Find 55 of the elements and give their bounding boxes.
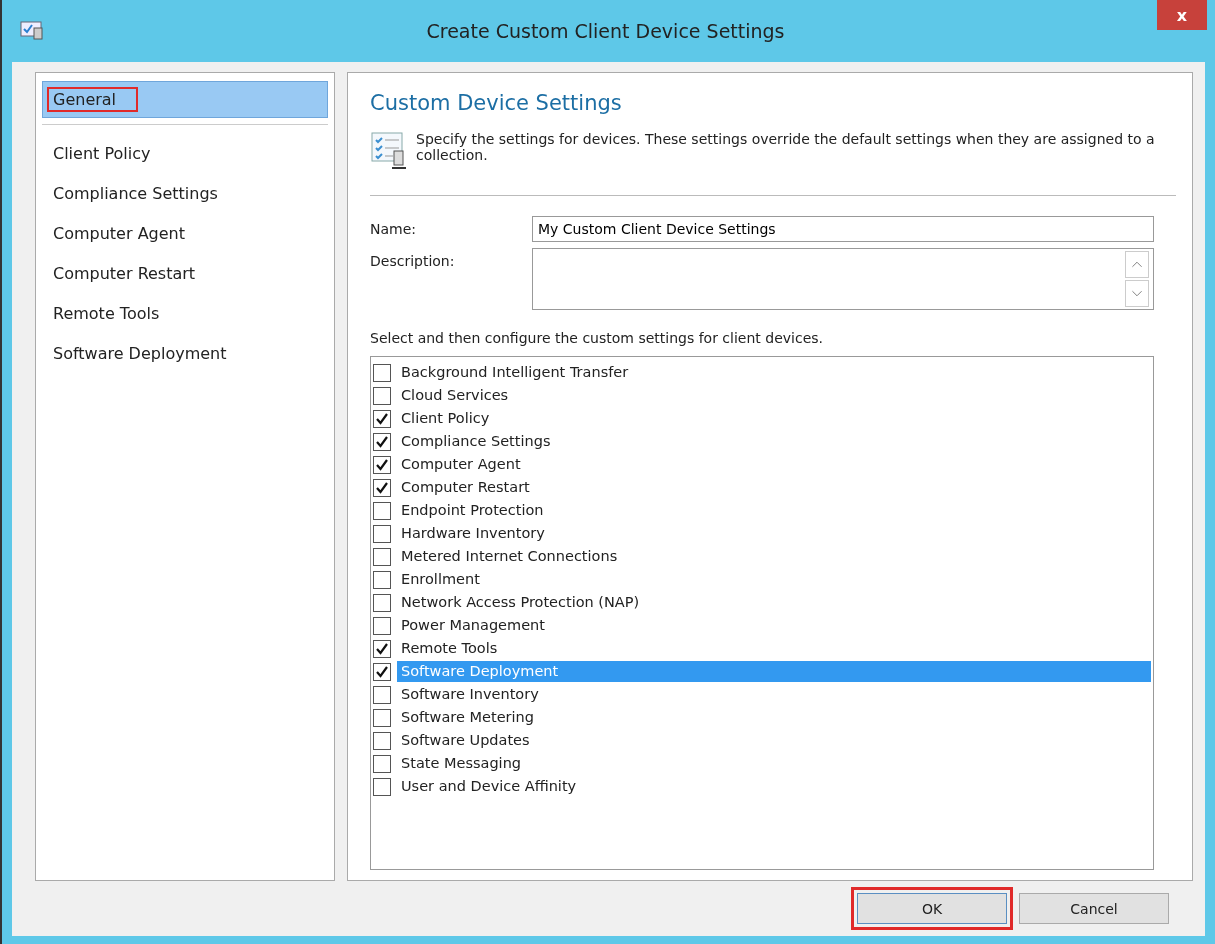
checkbox[interactable] <box>373 386 391 405</box>
name-field[interactable]: My Custom Client Device Settings <box>532 216 1154 242</box>
intro-text: Specify the settings for devices. These settings override the default settings when they are assigned to a collection. <box>416 131 1156 165</box>
setting-item[interactable]: Software Metering <box>397 707 538 728</box>
setting-item[interactable]: Computer Agent <box>397 454 525 475</box>
setting-item[interactable]: User and Device Affinity <box>397 776 581 797</box>
setting-item[interactable]: Enrollment <box>397 569 484 590</box>
setting-item[interactable]: Power Management <box>397 615 549 636</box>
name-label: Name: <box>370 220 418 237</box>
checkbox[interactable] <box>373 616 391 635</box>
checkbox[interactable] <box>373 363 391 382</box>
setting-item[interactable]: Software Updates <box>397 730 534 751</box>
nav-item[interactable]: Software Deployment <box>42 335 328 372</box>
nav-item[interactable]: Remote Tools <box>42 295 328 332</box>
checkbox[interactable] <box>373 455 391 474</box>
setting-item[interactable]: Remote Tools <box>397 638 502 659</box>
setting-item[interactable]: Software Inventory <box>397 684 543 705</box>
list-caption: Select and then configure the custom settings for client devices. <box>370 330 824 346</box>
checkbox[interactable] <box>373 501 391 520</box>
checkbox[interactable] <box>373 685 391 704</box>
dialog-button[interactable]: OK <box>857 893 1007 924</box>
checkbox[interactable] <box>373 524 391 543</box>
checkbox[interactable] <box>373 731 391 750</box>
dialog-button[interactable]: Cancel <box>1019 893 1169 924</box>
nav-item[interactable]: Computer Agent <box>42 215 328 252</box>
close-button[interactable]: x <box>1157 0 1207 30</box>
checkbox[interactable] <box>373 409 391 428</box>
checkbox[interactable] <box>373 662 391 681</box>
checkbox[interactable] <box>373 547 391 566</box>
setting-item[interactable]: Hardware Inventory <box>397 523 549 544</box>
checkbox[interactable] <box>373 432 391 451</box>
setting-item[interactable]: State Messaging <box>397 753 526 774</box>
description-label: Description: <box>370 252 456 269</box>
app-icon <box>20 20 46 42</box>
nav-item[interactable]: Compliance Settings <box>42 175 328 212</box>
setting-item[interactable]: Network Access Protection (NAP) <box>397 592 644 613</box>
setting-item[interactable]: Client Policy <box>397 408 494 429</box>
checkbox[interactable] <box>373 570 391 589</box>
checkbox[interactable] <box>373 639 391 658</box>
checkbox[interactable] <box>373 708 391 727</box>
nav-item[interactable]: General <box>42 81 328 118</box>
setting-item[interactable]: Compliance Settings <box>397 431 555 452</box>
nav-item[interactable]: Computer Restart <box>42 255 328 292</box>
window-title: Create Custom Client Device Settings <box>425 20 786 42</box>
page-heading: Custom Device Settings <box>370 91 623 115</box>
checkbox[interactable] <box>373 478 391 497</box>
setting-item[interactable]: Background Intelligent Transfer <box>397 362 633 383</box>
setting-item[interactable]: Cloud Services <box>397 385 513 406</box>
setting-item[interactable]: Endpoint Protection <box>397 500 548 521</box>
nav-item[interactable]: Client Policy <box>42 135 328 172</box>
setting-item[interactable]: Computer Restart <box>397 477 534 498</box>
checkbox[interactable] <box>373 754 391 773</box>
checkbox[interactable] <box>373 593 391 612</box>
checkbox[interactable] <box>373 777 391 796</box>
setting-item[interactable]: Metered Internet Connections <box>397 546 622 567</box>
